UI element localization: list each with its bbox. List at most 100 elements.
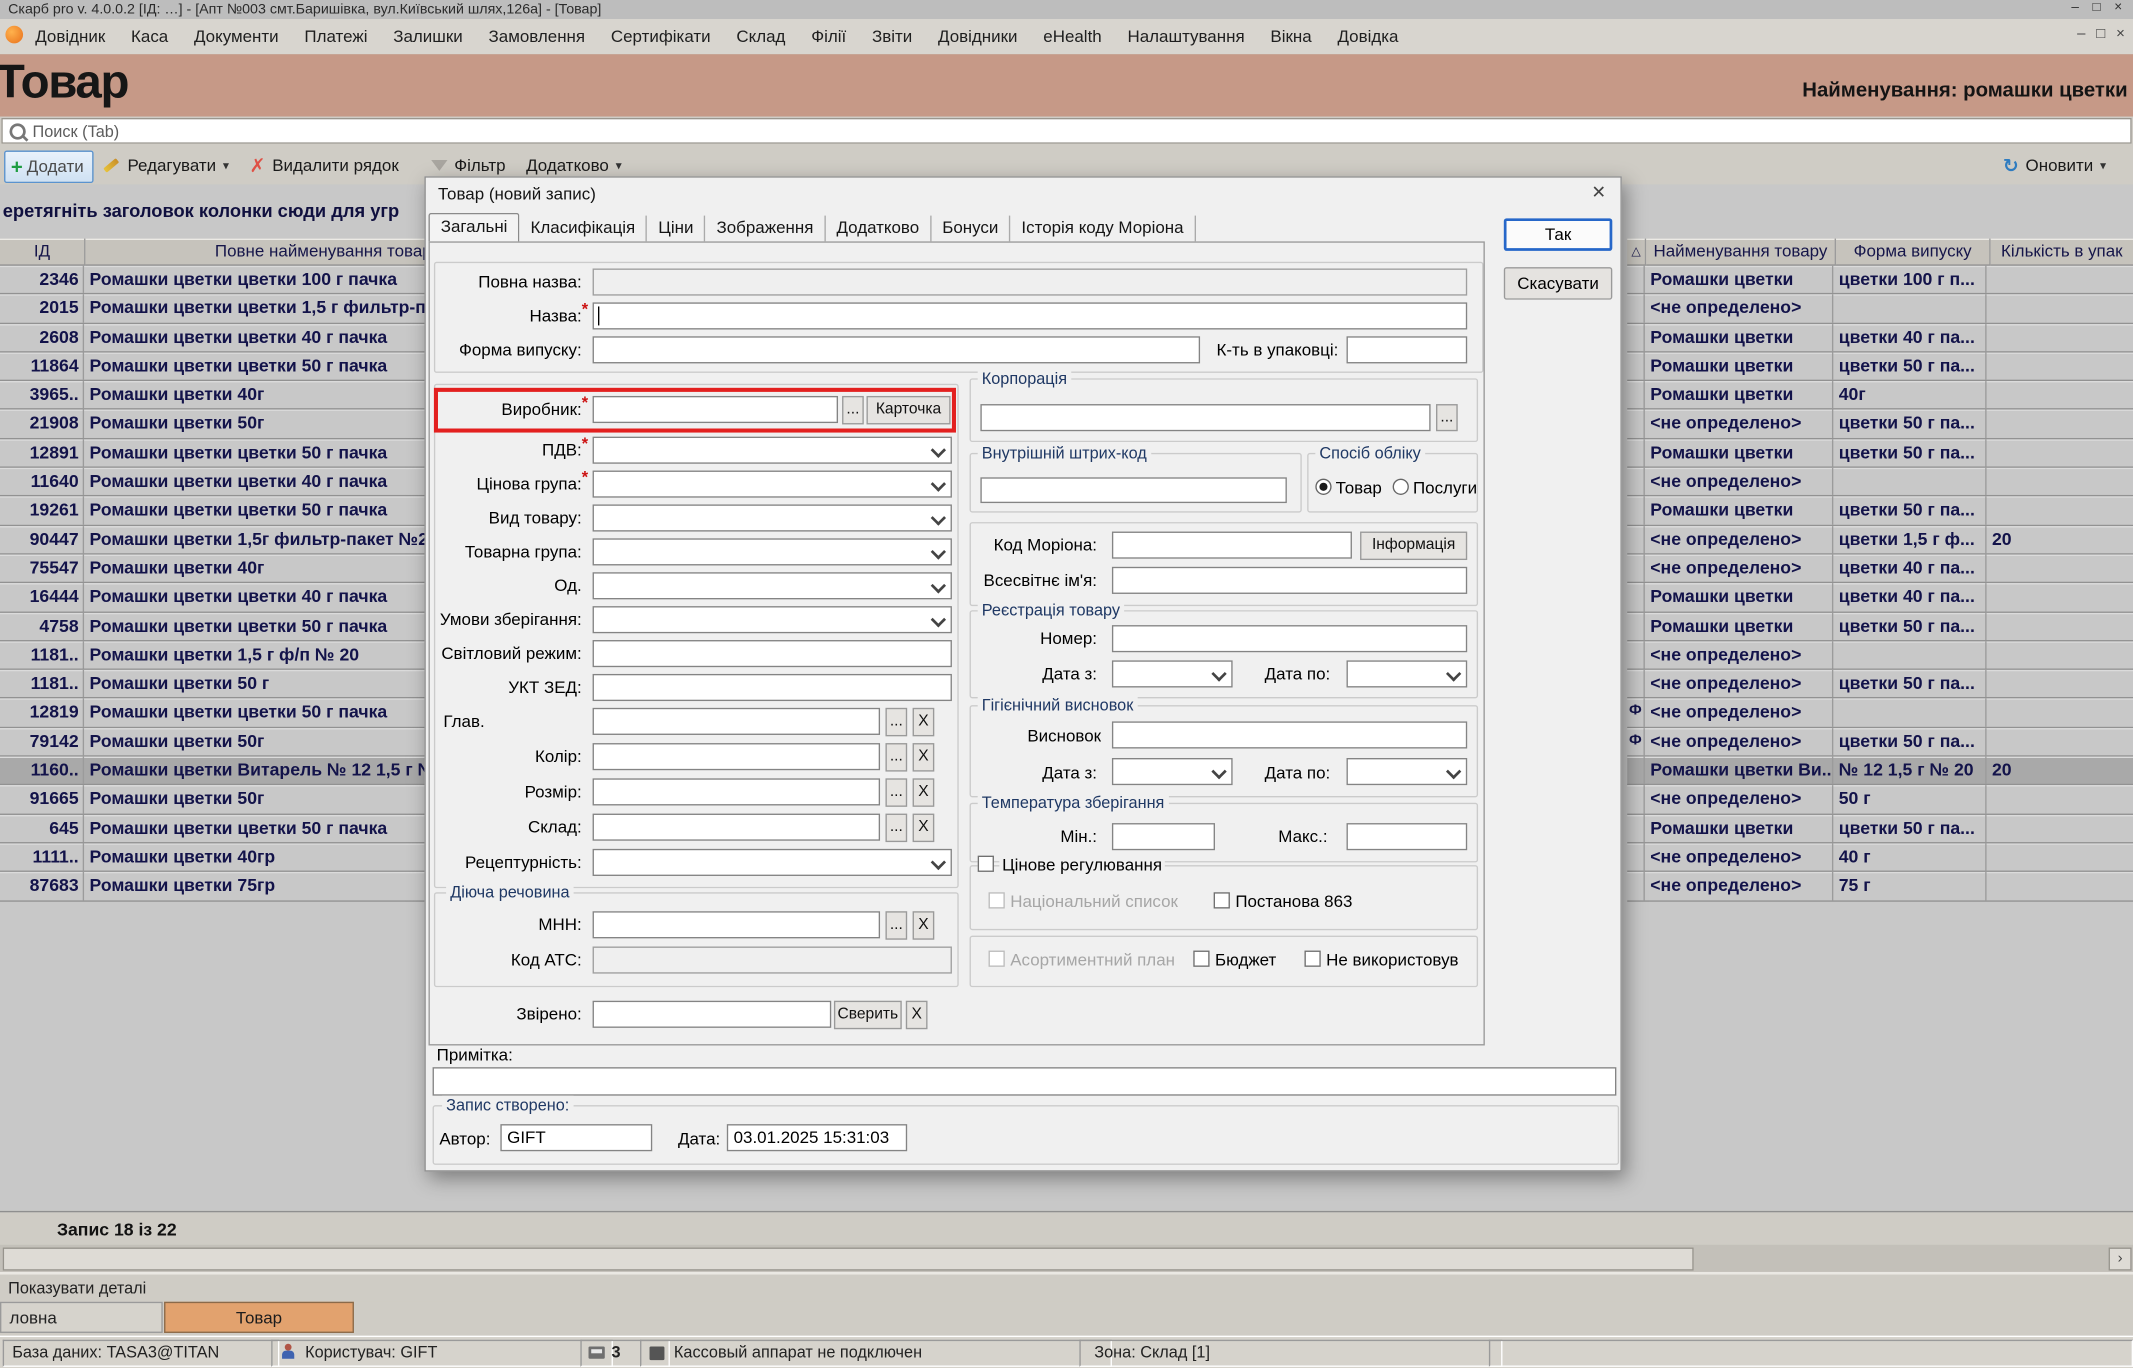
menu-item[interactable]: Звіти <box>872 27 912 46</box>
prescription-select[interactable] <box>593 849 952 876</box>
product-kind-select[interactable] <box>593 504 952 531</box>
close-icon[interactable]: × <box>2114 0 2122 18</box>
mnn-ellipsis-button[interactable]: ... <box>885 911 907 939</box>
morion-field[interactable] <box>1112 532 1352 559</box>
reg-date-from-select[interactable] <box>1112 660 1233 687</box>
product-group-select[interactable] <box>593 538 952 565</box>
table-row[interactable]: <не определено>цветки 40 г па... <box>1627 555 2133 584</box>
add-button[interactable]: + Додати <box>4 151 93 184</box>
glav-ellipsis-button[interactable]: ... <box>885 708 907 736</box>
not-used-checkbox[interactable] <box>1304 951 1320 967</box>
glav-clear-button[interactable]: X <box>913 708 935 736</box>
corporation-field[interactable] <box>980 404 1430 431</box>
corporation-ellipsis-button[interactable]: ... <box>1436 404 1458 431</box>
refresh-button[interactable]: ↻ Оновити ▾ <box>2003 151 2106 181</box>
dialog-close-icon[interactable]: ✕ <box>1585 180 1612 204</box>
dialog-tab[interactable]: Історія коду Моріона <box>1011 216 1196 242</box>
menu-item[interactable]: Довідка <box>1337 27 1398 46</box>
table-row[interactable]: Ромашки цветкицветки 40 г па... <box>1627 324 2133 353</box>
table-row[interactable]: Ромашки цветкицветки 100 г п... <box>1627 266 2133 295</box>
verify-button[interactable]: Сверить <box>834 1001 902 1029</box>
menu-item[interactable]: Документи <box>194 27 279 46</box>
show-details-toggle[interactable]: Показувати деталі <box>8 1279 146 1298</box>
qty-per-pack-field[interactable] <box>1347 336 1468 363</box>
ok-button[interactable]: Так <box>1504 218 1612 251</box>
menu-item[interactable]: Замовлення <box>489 27 586 46</box>
table-row[interactable]: <не определено> <box>1627 641 2133 670</box>
menu-item[interactable]: Каса <box>131 27 168 46</box>
table-row[interactable]: Ромашки цветки Ви...№ 12 1,5 г № 2020 <box>1627 757 2133 786</box>
edit-button[interactable]: Редагувати ▾ <box>100 151 229 181</box>
mdi-close-icon[interactable]: × <box>2116 26 2125 42</box>
info-button[interactable]: Інформація <box>1360 532 1467 560</box>
hyg-date-to-select[interactable] <box>1347 758 1468 785</box>
reg-number-field[interactable] <box>1112 625 1467 652</box>
menu-item[interactable]: Налаштування <box>1127 27 1244 46</box>
table-row[interactable]: <не определено> <box>1627 295 2133 324</box>
storage-select[interactable] <box>593 606 952 633</box>
column-header-sort-marker[interactable]: △ <box>1627 239 1646 266</box>
glav-field[interactable] <box>593 708 880 735</box>
mnn-field[interactable] <box>593 911 880 938</box>
column-header-qty[interactable]: Кількість в упак <box>1991 239 2133 266</box>
menu-item[interactable]: Платежі <box>304 27 367 46</box>
table-row[interactable]: Ромашки цветкицветки 50 г па... <box>1627 612 2133 641</box>
dialog-tab[interactable]: Ціни <box>647 216 705 242</box>
mnn-clear-button[interactable]: X <box>913 911 935 939</box>
warehouse-ellipsis-button[interactable]: ... <box>885 814 907 842</box>
mdi-restore-icon[interactable]: □ <box>2096 26 2105 42</box>
table-row[interactable]: Ф<не определено> <box>1627 699 2133 728</box>
verified-field[interactable] <box>593 1001 832 1028</box>
name-field[interactable] <box>593 302 1468 329</box>
menu-item[interactable]: Філії <box>811 27 846 46</box>
table-row[interactable]: Ромашки цветкицветки 50 г па... <box>1627 814 2133 843</box>
warehouse-field[interactable] <box>593 814 880 841</box>
table-row[interactable]: <не определено>75 г <box>1627 872 2133 901</box>
dialog-tab[interactable]: Бонуси <box>931 216 1010 242</box>
mdi-minimize-icon[interactable]: – <box>2077 26 2085 42</box>
menu-item[interactable]: Довідник <box>35 27 105 46</box>
world-name-field[interactable] <box>1112 567 1467 594</box>
max-field[interactable] <box>1347 823 1468 850</box>
table-row[interactable]: <не определено>40 г <box>1627 843 2133 872</box>
menu-item[interactable]: Склад <box>736 27 785 46</box>
minimize-icon[interactable]: – <box>2071 0 2079 18</box>
table-row[interactable]: <не определено>цветки 50 г па... <box>1627 410 2133 439</box>
producer-ellipsis-button[interactable]: ... <box>842 396 864 424</box>
goods-radio[interactable] <box>1315 479 1331 495</box>
dialog-tab[interactable]: Зображення <box>706 216 826 242</box>
search-input[interactable]: Поиск (Tab) <box>1 118 2131 144</box>
warehouse-clear-button[interactable]: X <box>913 814 935 842</box>
barcode-field[interactable] <box>980 477 1286 503</box>
column-header-name[interactable]: Найменування товару <box>1646 239 1836 266</box>
column-header-id[interactable]: ІД <box>0 239 85 266</box>
conclusion-field[interactable] <box>1112 721 1467 748</box>
table-row[interactable]: Ф<не определено>цветки 50 г па... <box>1627 728 2133 757</box>
hyg-date-from-select[interactable] <box>1112 758 1233 785</box>
ukt-zed-field[interactable] <box>593 674 952 701</box>
budget-checkbox[interactable] <box>1193 951 1209 967</box>
table-row[interactable]: Ромашки цветкицветки 50 г па... <box>1627 439 2133 468</box>
color-clear-button[interactable]: X <box>913 743 935 771</box>
release-form-field[interactable] <box>593 336 1200 363</box>
color-ellipsis-button[interactable]: ... <box>885 743 907 771</box>
dialog-tab[interactable]: Загальні <box>428 213 519 243</box>
verify-clear-button[interactable]: X <box>906 1001 928 1029</box>
tab-tovar[interactable]: Товар <box>164 1302 354 1333</box>
vat-select[interactable] <box>593 437 952 464</box>
dialog-tab[interactable]: Класифікація <box>520 216 648 242</box>
dialog-tab[interactable]: Додатково <box>826 216 932 242</box>
size-field[interactable] <box>593 778 880 805</box>
min-field[interactable] <box>1112 823 1215 850</box>
table-row[interactable]: Ромашки цветкицветки 50 г па... <box>1627 352 2133 381</box>
column-header-form[interactable]: Форма випуску <box>1836 239 1991 266</box>
note-field[interactable] <box>433 1067 1617 1095</box>
table-row[interactable]: <не определено>цветки 50 г па... <box>1627 670 2133 699</box>
reg-date-to-select[interactable] <box>1347 660 1468 687</box>
scroll-right-icon[interactable]: › <box>2109 1248 2132 1271</box>
menu-item[interactable]: Довідники <box>938 27 1017 46</box>
table-row[interactable]: <не определено>цветки 1,5 г ф...20 <box>1627 526 2133 555</box>
menu-item[interactable]: Залишки <box>393 27 463 46</box>
delete-row-button[interactable]: ✗ Видалити рядок <box>247 151 399 181</box>
maximize-icon[interactable]: □ <box>2092 0 2100 18</box>
